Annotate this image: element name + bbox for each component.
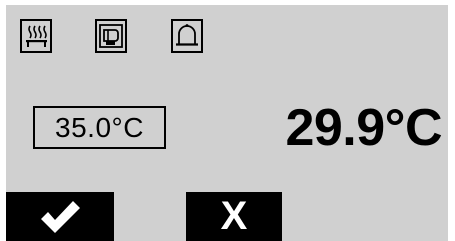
confirm-button[interactable] (6, 192, 114, 241)
heater-button[interactable] (20, 19, 52, 53)
current-temperature: 29.9°C (234, 97, 442, 159)
heater-icon (26, 25, 47, 47)
fan-icon (99, 24, 123, 48)
checkmark-icon (41, 200, 80, 233)
current-temperature-value: 29.9°C (285, 99, 442, 157)
thermostat-screen: 35.0°C 29.9°C X (6, 5, 448, 241)
bell-icon (176, 24, 198, 46)
cancel-button[interactable]: X (186, 192, 282, 241)
setpoint-value: 35.0°C (55, 111, 144, 143)
cancel-label: X (220, 194, 248, 238)
bell-button[interactable] (171, 19, 203, 53)
setpoint-display[interactable]: 35.0°C (33, 106, 166, 149)
fan-button[interactable] (95, 19, 127, 53)
